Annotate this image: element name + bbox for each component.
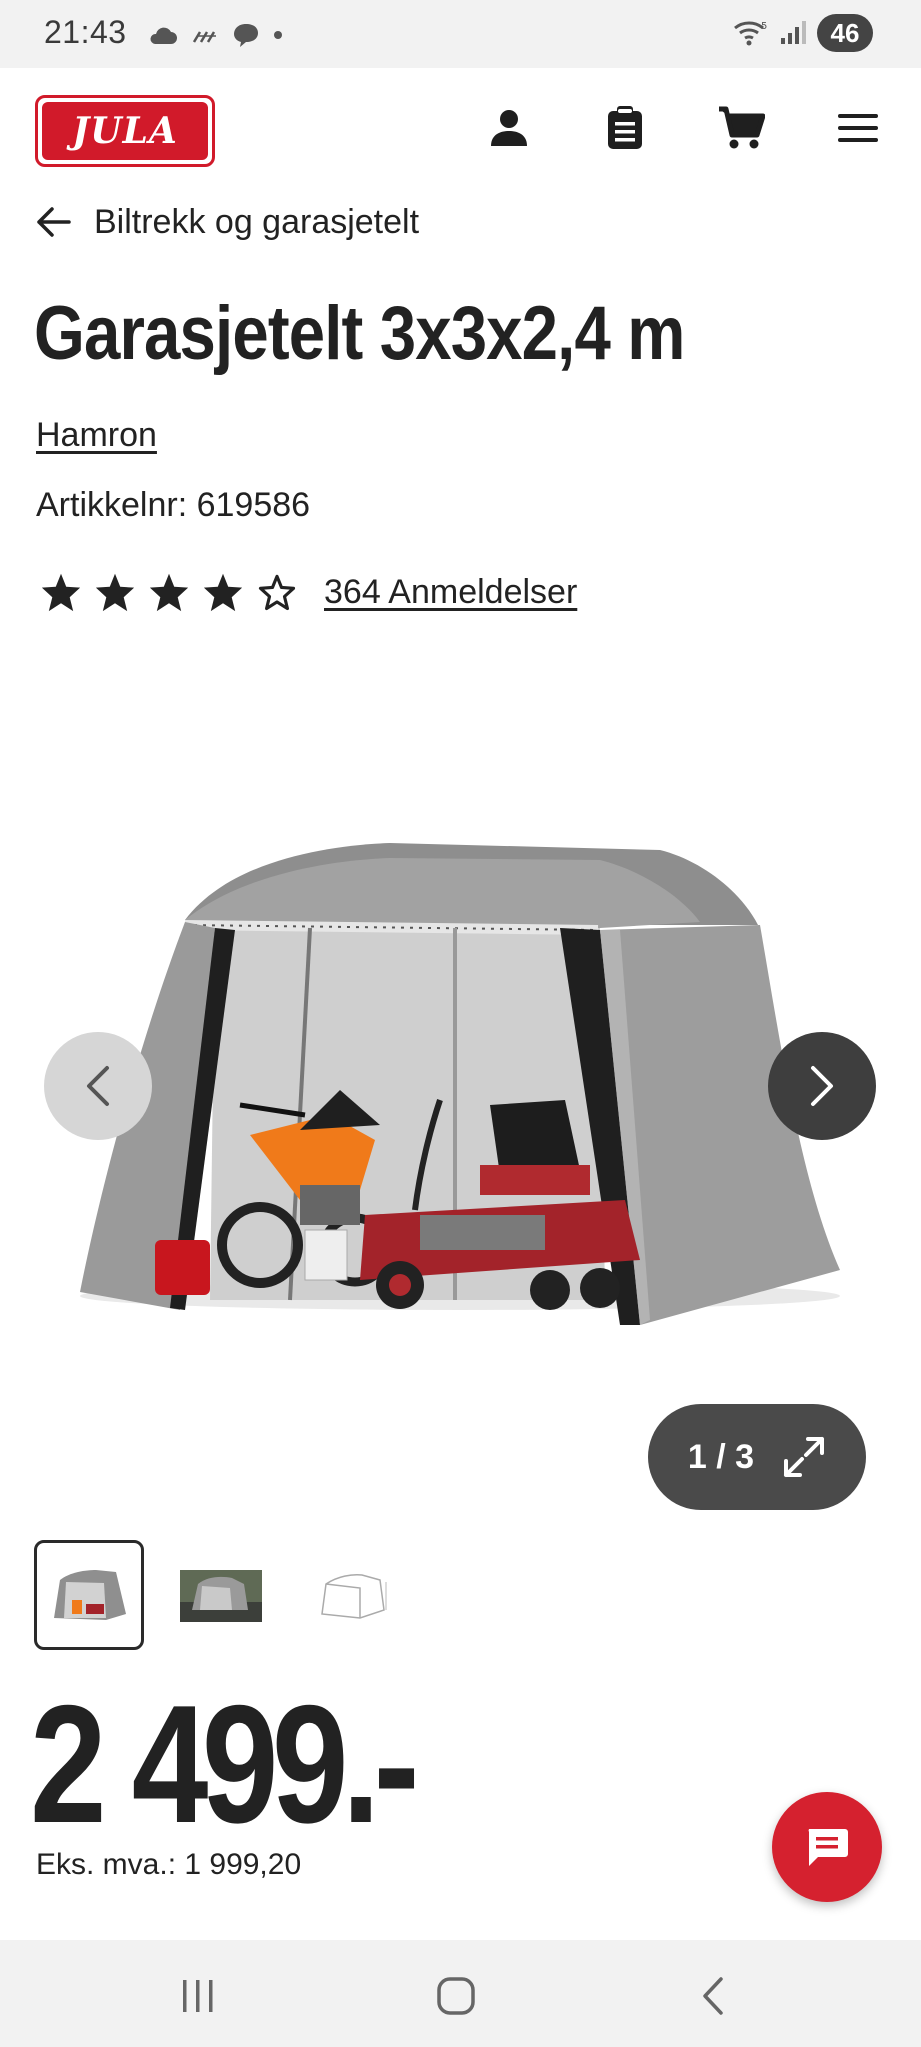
product-rating[interactable]: 364 Anmeldelser [40, 572, 577, 612]
chat-button[interactable] [772, 1792, 882, 1902]
notification-icons [148, 20, 284, 50]
gallery-prev-button[interactable] [44, 1032, 152, 1140]
signal-icon [781, 21, 806, 44]
price-excl-vat: Eks. mva.: 1 999,20 [36, 1848, 302, 1881]
thumbnail-1[interactable] [34, 1540, 144, 1650]
menu-icon[interactable] [828, 98, 888, 158]
expand-icon [784, 1437, 825, 1477]
product-gallery[interactable]: 1 / 3 [0, 660, 921, 1540]
chat-icon [808, 1829, 848, 1866]
star-filled-icon [41, 573, 81, 612]
chevron-left-icon [87, 1066, 109, 1106]
chat-bubble-icon [234, 24, 258, 47]
product-price: 2 499.- [30, 1670, 420, 1858]
status-bar: 21:43 5 46 [0, 0, 921, 68]
jula-logo[interactable]: JULA [35, 95, 215, 167]
product-title: Garasjetelt 3x3x2,4 m [34, 291, 685, 376]
star-filled-icon [203, 573, 243, 612]
cloud-icon [150, 27, 177, 44]
breadcrumb[interactable]: Biltrekk og garasjetelt [36, 192, 419, 252]
system-nav-bar [0, 1940, 921, 2047]
thumbnail-2[interactable] [166, 1540, 276, 1650]
system-status-icons: 5 46 [733, 14, 873, 52]
star-outline-icon [258, 574, 296, 611]
chevron-right-icon [811, 1066, 833, 1106]
breadcrumb-label: Biltrekk og garasjetelt [94, 202, 420, 241]
back-button[interactable] [684, 1966, 744, 2026]
recent-apps-icon [183, 1980, 213, 2012]
rain-icon [192, 31, 216, 43]
gallery-next-button[interactable] [768, 1032, 876, 1140]
logo-text: JULA [42, 102, 208, 160]
reviews-link[interactable]: 364 Anmeldelser [324, 573, 577, 612]
thumbnail-3[interactable] [298, 1540, 408, 1650]
dot-icon [274, 31, 282, 39]
battery-indicator: 46 [817, 14, 873, 52]
recent-apps-button[interactable] [168, 1966, 228, 2026]
brand-link[interactable]: Hamron [36, 416, 157, 455]
list-icon[interactable] [595, 98, 655, 158]
rating-stars [40, 572, 298, 612]
star-filled-icon [95, 573, 135, 612]
arrow-left-icon [37, 207, 71, 237]
account-icon[interactable] [479, 98, 539, 158]
home-button[interactable] [426, 1966, 486, 2026]
svg-text:5: 5 [761, 21, 767, 32]
gallery-thumbnails [34, 1540, 408, 1650]
status-time: 21:43 [44, 14, 127, 50]
cart-icon[interactable] [711, 98, 771, 158]
home-icon [437, 1977, 475, 2015]
back-icon [703, 1977, 723, 2015]
star-filled-icon [149, 573, 189, 612]
site-header: JULA [0, 68, 921, 196]
gallery-counter-label: 1 / 3 [687, 1437, 755, 1476]
gallery-counter[interactable]: 1 / 3 [648, 1404, 866, 1510]
article-number: Artikkelnr: 619586 [36, 486, 311, 524]
wifi-icon: 5 [734, 21, 767, 46]
